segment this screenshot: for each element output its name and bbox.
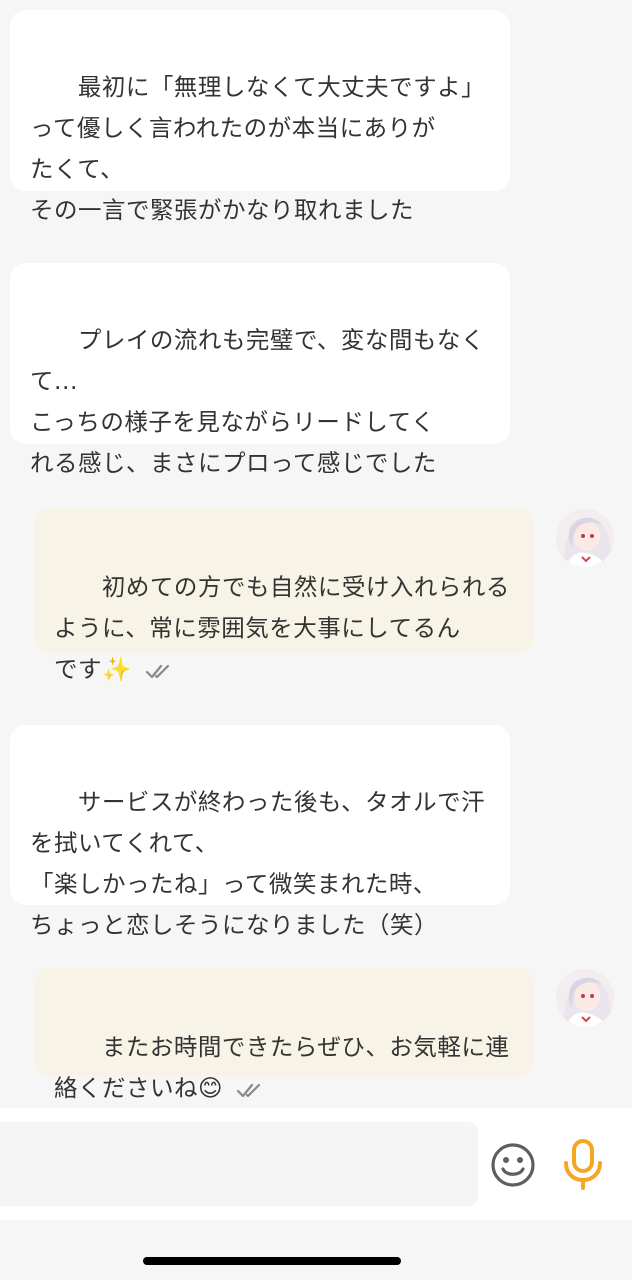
- message-text: サービスが終わった後も、タオルで汗 を拭いてくれて、 「楽しかったね」って微笑ま…: [30, 788, 486, 939]
- double-check-icon: [145, 664, 169, 678]
- avatar[interactable]: [556, 509, 614, 567]
- bottom-safe-area: [0, 1220, 632, 1280]
- message-text: 最初に「無理しなくて大丈夫ですよ」 って優しく言われたのが本当にありが たくて、…: [30, 73, 486, 224]
- chat-screen: 最初に「無理しなくて大丈夫ですよ」 って優しく言われたのが本当にありが たくて、…: [0, 0, 632, 1280]
- message-text: 初めての方でも自然に受け入れられる ように、常に雰囲気を大事にしてるん です✨: [54, 573, 510, 683]
- avatar-image: [556, 969, 614, 1027]
- home-indicator[interactable]: [143, 1257, 401, 1265]
- composer-bar: [0, 1108, 632, 1220]
- avatar[interactable]: [556, 969, 614, 1027]
- message-text: プレイの流れも完璧で、変な間もなく て... こっちの様子を見ながらリードしてく…: [30, 326, 485, 477]
- microphone-icon[interactable]: [560, 1138, 606, 1192]
- message-bubble-outgoing: またお時間できたらぜひ、お気軽に連 絡くださいね😊: [34, 968, 534, 1102]
- double-check-icon: [236, 1083, 261, 1097]
- message-bubble-incoming: 最初に「無理しなくて大丈夫ですよ」 って優しく言われたのが本当にありが たくて、…: [10, 10, 510, 224]
- message-bubble-outgoing: 初めての方でも自然に受け入れられる ように、常に雰囲気を大事にしてるん です✨: [34, 508, 534, 683]
- message-text: またお時間できたらぜひ、お気軽に連 絡くださいね😊: [54, 1033, 510, 1102]
- message-bubble-incoming: サービスが終わった後も、タオルで汗 を拭いてくれて、 「楽しかったね」って微笑ま…: [10, 725, 510, 939]
- message-bubble-incoming: プレイの流れも完璧で、変な間もなく て... こっちの様子を見ながらリードしてく…: [10, 263, 510, 477]
- avatar-image: [556, 509, 614, 567]
- smiley-icon[interactable]: [490, 1142, 536, 1188]
- message-input[interactable]: [0, 1122, 478, 1206]
